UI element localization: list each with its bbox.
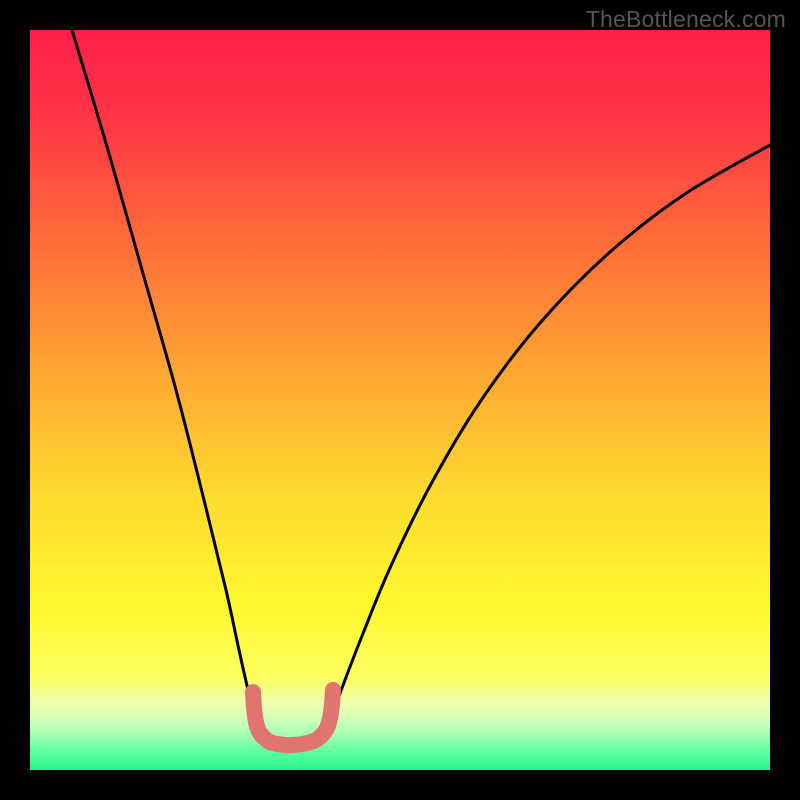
watermark-text: TheBottleneck.com — [586, 6, 786, 33]
curve-right-arm — [328, 145, 770, 727]
curve-layer — [30, 30, 770, 770]
curve-left-arm — [72, 30, 258, 727]
plot-frame — [30, 30, 770, 770]
curve-valley — [253, 690, 333, 745]
